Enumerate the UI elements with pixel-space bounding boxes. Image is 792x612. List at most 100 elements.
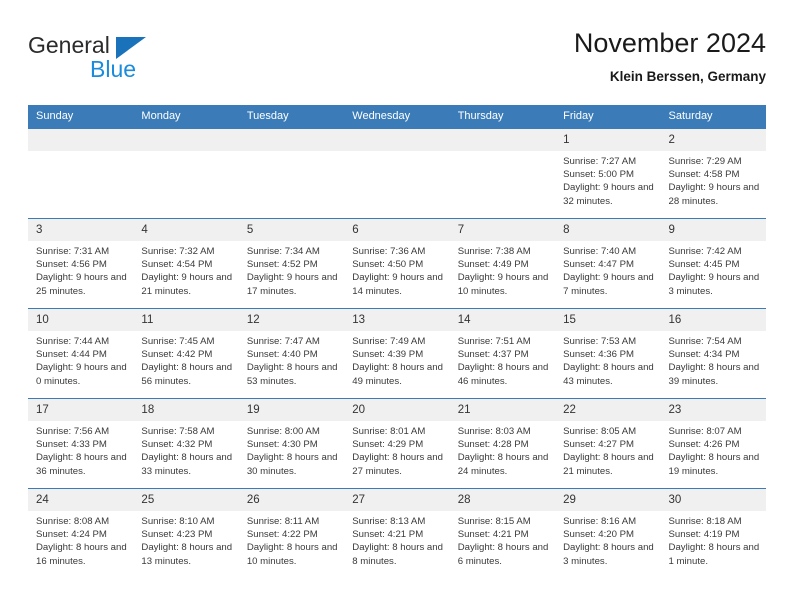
calendar-day-cell[interactable]: 16 Sunrise: 7:54 AM Sunset: 4:34 PM Dayligh…	[660, 308, 766, 399]
day-details: Sunrise: 8:07 AM Sunset: 4:26 PM Daylight:…	[661, 421, 766, 478]
daylight-text: Daylight: 8 hours and 46 minutes.	[457, 362, 549, 387]
day-number	[238, 129, 345, 151]
day-details: Sunrise: 8:01 AM Sunset: 4:29 PM Daylight:…	[344, 421, 449, 478]
day-number	[28, 129, 134, 151]
sunrise-text: Sunrise: 7:44 AM	[36, 336, 110, 347]
day-details: Sunrise: 8:10 AM Sunset: 4:23 PM Daylight:…	[133, 511, 238, 568]
sunrise-text: Sunrise: 7:38 AM	[457, 246, 531, 257]
day-number: 25	[133, 489, 239, 511]
sunset-text: Sunset: 4:28 PM	[457, 439, 529, 451]
calendar-week-row: 24 Sunrise: 8:08 AM Sunset: 4:24 PM Dayligh…	[28, 488, 766, 578]
daylight-text: Daylight: 8 hours and 6 minutes.	[457, 542, 549, 567]
day-details: Sunrise: 7:27 AM Sunset: 5:00 PM Daylight:…	[555, 151, 660, 208]
sunset-text: Sunset: 4:26 PM	[668, 439, 740, 451]
daylight-text: Daylight: 9 hours and 7 minutes.	[563, 272, 654, 297]
day-details: Sunrise: 7:32 AM Sunset: 4:54 PM Daylight:…	[133, 241, 238, 298]
calendar-page: General Blue November 2024 Klein Berssen…	[0, 0, 792, 612]
sunrise-text: Sunrise: 8:11 AM	[246, 516, 320, 527]
calendar-day-cell[interactable]: 8 Sunrise: 7:40 AM Sunset: 4:47 PM Daylight…	[555, 218, 661, 309]
daylight-text: Daylight: 9 hours and 10 minutes.	[457, 272, 549, 297]
sunrise-text: Sunrise: 7:32 AM	[141, 246, 215, 257]
calendar-day-cell[interactable]: 23 Sunrise: 8:07 AM Sunset: 4:26 PM Dayligh…	[660, 398, 766, 489]
calendar-day-cell[interactable]: 19 Sunrise: 8:00 AM Sunset: 4:30 PM Dayligh…	[238, 398, 345, 489]
sunset-text: Sunset: 4:24 PM	[36, 529, 107, 541]
calendar-day-cell[interactable]: 21 Sunrise: 8:03 AM Sunset: 4:28 PM Dayligh…	[449, 398, 556, 489]
sunset-text: Sunset: 4:19 PM	[668, 529, 740, 541]
calendar-day-cell[interactable]: 9 Sunrise: 7:42 AM Sunset: 4:45 PM Daylight…	[660, 218, 766, 309]
day-number: 12	[238, 309, 345, 331]
calendar-cell-empty	[238, 128, 345, 219]
sunrise-text: Sunrise: 7:31 AM	[36, 246, 110, 257]
sunrise-text: Sunrise: 8:00 AM	[246, 426, 320, 437]
calendar-body: 1 Sunrise: 7:27 AM Sunset: 5:00 PM Daylight…	[28, 128, 766, 578]
day-number: 19	[238, 399, 345, 421]
calendar-day-cell[interactable]: 28 Sunrise: 8:15 AM Sunset: 4:21 PM Dayligh…	[449, 488, 556, 578]
day-number: 27	[344, 489, 450, 511]
page-header: General Blue November 2024 Klein Berssen…	[28, 26, 766, 98]
calendar-day-cell[interactable]: 13 Sunrise: 7:49 AM Sunset: 4:39 PM Dayligh…	[344, 308, 450, 399]
day-number: 11	[133, 309, 239, 331]
calendar-day-cell[interactable]: 29 Sunrise: 8:16 AM Sunset: 4:20 PM Dayligh…	[555, 488, 661, 578]
calendar-day-cell[interactable]: 12 Sunrise: 7:47 AM Sunset: 4:40 PM Dayligh…	[238, 308, 345, 399]
day-number: 16	[660, 309, 766, 331]
day-details: Sunrise: 8:05 AM Sunset: 4:27 PM Daylight:…	[555, 421, 660, 478]
calendar-day-cell[interactable]: 25 Sunrise: 8:10 AM Sunset: 4:23 PM Dayligh…	[133, 488, 239, 578]
sunset-text: Sunset: 4:29 PM	[352, 439, 424, 451]
calendar-day-cell[interactable]: 7 Sunrise: 7:38 AM Sunset: 4:49 PM Daylight…	[449, 218, 556, 309]
calendar-table: Sunday Monday Tuesday Wednesday Thursday…	[28, 105, 766, 578]
calendar-day-cell[interactable]: 24 Sunrise: 8:08 AM Sunset: 4:24 PM Dayligh…	[28, 488, 134, 578]
calendar-day-cell[interactable]: 3 Sunrise: 7:31 AM Sunset: 4:56 PM Daylight…	[28, 218, 134, 309]
calendar-day-cell[interactable]: 30 Sunrise: 8:18 AM Sunset: 4:19 PM Dayligh…	[660, 488, 766, 578]
day-details: Sunrise: 7:54 AM Sunset: 4:34 PM Daylight:…	[661, 331, 766, 388]
sunrise-text: Sunrise: 8:08 AM	[36, 516, 110, 527]
day-number: 8	[555, 219, 661, 241]
calendar-week-row: 10 Sunrise: 7:44 AM Sunset: 4:44 PM Dayligh…	[28, 308, 766, 399]
logo-general-blue[interactable]: General Blue	[28, 32, 308, 92]
calendar-day-cell[interactable]: 18 Sunrise: 7:58 AM Sunset: 4:32 PM Dayligh…	[133, 398, 239, 489]
calendar-day-cell[interactable]: 5 Sunrise: 7:34 AM Sunset: 4:52 PM Daylight…	[238, 218, 345, 309]
calendar-day-cell[interactable]: 2 Sunrise: 7:29 AM Sunset: 4:58 PM Daylight…	[660, 128, 766, 219]
daylight-text: Daylight: 8 hours and 56 minutes.	[141, 362, 233, 387]
sunrise-text: Sunrise: 8:15 AM	[457, 516, 531, 527]
title-block: November 2024 Klein Berssen, Germany	[574, 26, 766, 87]
daylight-text: Daylight: 9 hours and 14 minutes.	[352, 272, 443, 297]
calendar-day-cell[interactable]: 1 Sunrise: 7:27 AM Sunset: 5:00 PM Daylight…	[555, 128, 661, 219]
day-number: 1	[555, 129, 661, 151]
day-number: 13	[344, 309, 450, 331]
calendar-day-cell[interactable]: 14 Sunrise: 7:51 AM Sunset: 4:37 PM Dayligh…	[449, 308, 556, 399]
daylight-text: Daylight: 8 hours and 39 minutes.	[668, 362, 760, 387]
calendar-day-cell[interactable]: 20 Sunrise: 8:01 AM Sunset: 4:29 PM Dayligh…	[344, 398, 450, 489]
daylight-text: Daylight: 8 hours and 53 minutes.	[246, 362, 338, 387]
calendar-day-cell[interactable]: 6 Sunrise: 7:36 AM Sunset: 4:50 PM Daylight…	[344, 218, 450, 309]
sunrise-text: Sunrise: 7:34 AM	[246, 246, 320, 257]
daylight-text: Daylight: 9 hours and 0 minutes.	[36, 362, 127, 387]
calendar-day-cell[interactable]: 27 Sunrise: 8:13 AM Sunset: 4:21 PM Dayligh…	[344, 488, 450, 578]
day-number	[449, 129, 556, 151]
daylight-text: Daylight: 9 hours and 25 minutes.	[36, 272, 127, 297]
sunset-text: Sunset: 4:44 PM	[36, 349, 107, 361]
calendar-day-cell[interactable]: 15 Sunrise: 7:53 AM Sunset: 4:36 PM Dayligh…	[555, 308, 661, 399]
logo-text-general: General	[28, 32, 110, 58]
day-details: Sunrise: 8:00 AM Sunset: 4:30 PM Daylight:…	[239, 421, 344, 478]
sunrise-text: Sunrise: 7:29 AM	[668, 156, 742, 167]
sunrise-text: Sunrise: 7:51 AM	[457, 336, 531, 347]
calendar-week-row: 1 Sunrise: 7:27 AM Sunset: 5:00 PM Daylight…	[28, 128, 766, 219]
day-details: Sunrise: 8:13 AM Sunset: 4:21 PM Daylight:…	[344, 511, 449, 568]
daylight-text: Daylight: 9 hours and 21 minutes.	[141, 272, 233, 297]
calendar-cell-empty	[133, 128, 239, 219]
day-number: 21	[449, 399, 556, 421]
calendar-day-cell[interactable]: 11 Sunrise: 7:45 AM Sunset: 4:42 PM Dayligh…	[133, 308, 239, 399]
sunrise-text: Sunrise: 7:27 AM	[563, 156, 637, 167]
day-details: Sunrise: 8:16 AM Sunset: 4:20 PM Daylight:…	[555, 511, 660, 568]
calendar-day-cell[interactable]: 26 Sunrise: 8:11 AM Sunset: 4:22 PM Dayligh…	[238, 488, 345, 578]
calendar-day-cell[interactable]: 4 Sunrise: 7:32 AM Sunset: 4:54 PM Daylight…	[133, 218, 239, 309]
daylight-text: Daylight: 8 hours and 8 minutes.	[352, 542, 443, 567]
sunset-text: Sunset: 4:58 PM	[668, 169, 740, 181]
calendar-day-cell[interactable]: 17 Sunrise: 7:56 AM Sunset: 4:33 PM Dayligh…	[28, 398, 134, 489]
calendar-day-cell[interactable]: 10 Sunrise: 7:44 AM Sunset: 4:44 PM Dayligh…	[28, 308, 134, 399]
daylight-text: Daylight: 8 hours and 43 minutes.	[563, 362, 654, 387]
daylight-text: Daylight: 8 hours and 10 minutes.	[246, 542, 338, 567]
daylight-text: Daylight: 8 hours and 3 minutes.	[563, 542, 654, 567]
weekday-header-wednesday: Wednesday	[344, 105, 450, 129]
calendar-day-cell[interactable]: 22 Sunrise: 8:05 AM Sunset: 4:27 PM Dayligh…	[555, 398, 661, 489]
